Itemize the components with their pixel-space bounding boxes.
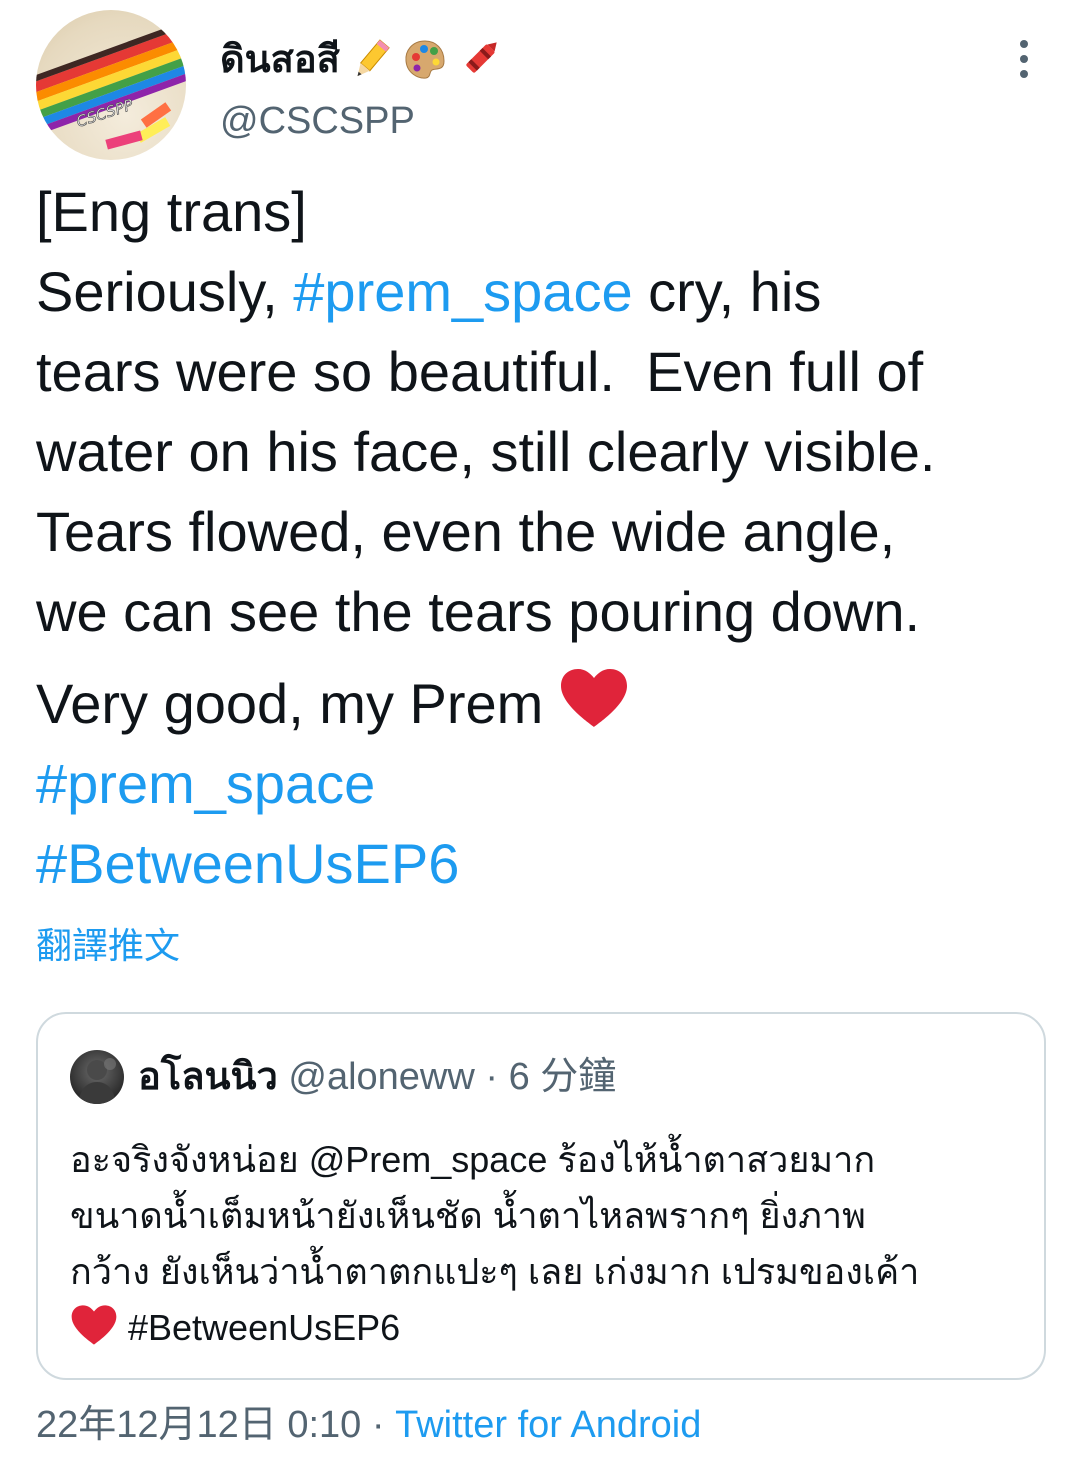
hashtag-link[interactable]: #prem_space (293, 260, 632, 323)
more-dot-icon (1020, 40, 1028, 48)
tweet-line: Tears flowed, even the wide angle, (36, 492, 1066, 572)
tweet-timestamp[interactable]: 22年12月12日 0:10 (36, 1404, 361, 1446)
tweet-text-segment: water on his face, still clearly visible… (36, 420, 936, 483)
quoted-line: ขนาดน้ำเต็มหน้ายังเห็นชัด น้ำตาไหลพรากๆ … (70, 1195, 866, 1236)
quoted-author-handle[interactable]: @aloneww (288, 1056, 474, 1098)
tweet-line: [Eng trans] (36, 172, 1066, 252)
tweet-timestamp-row: 22年12月12日 0:10 · Twitter for Android (36, 1400, 701, 1450)
tweet-closing-line: Very good, my Prem (36, 664, 1066, 744)
tweet-text-segment: Very good, my Prem (36, 672, 559, 735)
tweet-text-segment: Seriously, (36, 260, 294, 323)
palette-icon (405, 40, 445, 79)
tweet-text-segment: [Eng trans] (36, 180, 307, 243)
quoted-tweet-time[interactable]: 6 分鐘 (509, 1056, 617, 1098)
tweet-text-segment: Tears flowed, even the wide angle, (36, 500, 896, 563)
quoted-line: กว้าง ยังเห็นว่าน้ำตาตกแปะๆ เลย เก่งมาก … (70, 1251, 920, 1292)
translate-tweet-link[interactable]: 翻譯推文 (36, 922, 180, 970)
tweet-source-link[interactable]: Twitter for Android (395, 1404, 701, 1446)
quoted-tweet-text: อะจริงจังหน่อย @Prem_space ร้องไห้น้ำตาส… (70, 1132, 1030, 1356)
tweet-line: we can see the tears pouring down. (36, 572, 1066, 652)
more-dot-icon (1020, 55, 1028, 63)
tweet-text-segment: tears were so beautiful. Even full of (36, 340, 924, 403)
heart-icon (560, 669, 627, 727)
avatar-image: CSCSPP (36, 19, 186, 150)
quoted-tweet-header: อโลนนิว @aloneww · 6 分鐘 (138, 1052, 616, 1102)
avatar-image (78, 1058, 116, 1104)
tweet-line: #prem_space (36, 744, 1066, 824)
quoted-line: อะจริงจังหน่อย @Prem_space ร้องไห้น้ำตาส… (70, 1139, 876, 1180)
tweet-text-segment: we can see the tears pouring down. (36, 580, 921, 643)
separator-dot: · (361, 1404, 396, 1446)
quoted-line: #BetweenUsEP6 (70, 1300, 1030, 1356)
hashtag-link[interactable]: #BetweenUsEP6 (36, 832, 459, 895)
tweet-line: Seriously, #prem_space cry, his (36, 252, 1066, 332)
crayon-icon (466, 42, 497, 73)
tweet-text: [Eng trans] Seriously, #prem_space cry, … (36, 172, 1066, 904)
quoted-author-avatar[interactable] (70, 1050, 124, 1104)
tweet-line: tears were so beautiful. Even full of (36, 332, 1066, 412)
hashtag-link[interactable]: #prem_space (36, 752, 375, 815)
heart-icon (71, 1305, 117, 1345)
more-dot-icon (1020, 70, 1028, 78)
tweet-line: water on his face, still clearly visible… (36, 412, 1066, 492)
author-avatar[interactable]: CSCSPP (36, 10, 186, 160)
separator-dot: · (485, 1056, 499, 1098)
pencil-icon (357, 39, 390, 77)
author-display-name[interactable]: ดินสอสี (220, 34, 502, 86)
tweet-line: #BetweenUsEP6 (36, 824, 1066, 904)
quoted-author-name[interactable]: อโลนนิว (138, 1056, 278, 1098)
author-handle[interactable]: @CSCSPP (220, 96, 415, 146)
quoted-hashtag: #BetweenUsEP6 (118, 1307, 401, 1348)
more-options-button[interactable] (1004, 36, 1044, 82)
display-name-text: ดินสอสี (220, 39, 340, 81)
tweet-text-segment: cry, his (632, 260, 822, 323)
quoted-tweet-card[interactable]: อโลนนิว @aloneww · 6 分鐘 อะจริงจังหน่อย @… (36, 1012, 1046, 1380)
